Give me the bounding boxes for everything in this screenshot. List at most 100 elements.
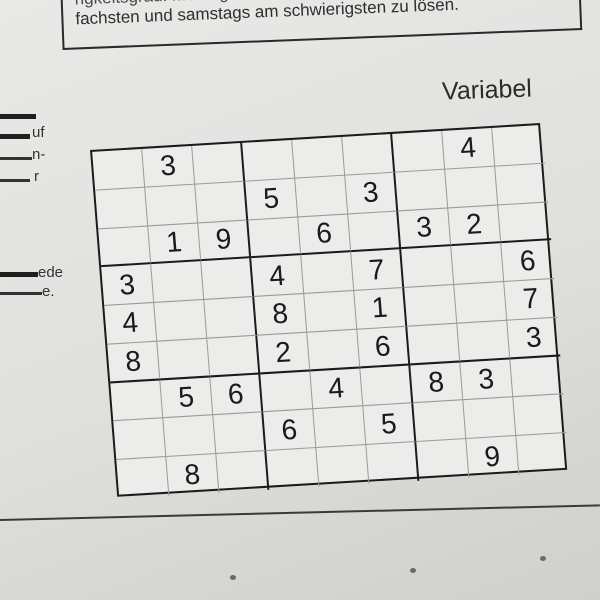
- sudoku-cell: [116, 457, 170, 499]
- sudoku-cell: [348, 210, 402, 253]
- sudoku-cell: 5: [245, 178, 299, 220]
- sudoku-cell: 5: [160, 377, 214, 419]
- sudoku-cell: [113, 418, 167, 461]
- sudoku-cell: [342, 133, 396, 176]
- sudoku-cell: [413, 400, 467, 443]
- sudoku-cell: [242, 139, 296, 182]
- fragment-text: n-: [32, 146, 46, 163]
- sudoku-cell: 1: [148, 222, 202, 265]
- sudoku-cell: 4: [442, 127, 496, 170]
- text-bar: [0, 272, 38, 277]
- sudoku-cell: [192, 142, 246, 185]
- sudoku-cell: [154, 300, 208, 342]
- sudoku-cell: [98, 225, 152, 268]
- sudoku-grid: 345319632347648178263564836589: [90, 123, 569, 499]
- fragment-text: uf: [32, 124, 45, 141]
- sudoku-cell: [201, 258, 255, 301]
- paper-speck: [410, 568, 416, 573]
- instructions-box: rigkeitsgrad. Montag fachsten und samsta…: [60, 0, 583, 50]
- sudoku-cell: 2: [257, 332, 311, 375]
- sudoku-cell: [157, 338, 211, 381]
- page-divider: [0, 504, 600, 521]
- sudoku-cell: [204, 297, 258, 339]
- sudoku-cell: 8: [166, 454, 220, 496]
- sudoku-cell: 6: [298, 213, 352, 256]
- sudoku-cell: 7: [351, 249, 405, 292]
- sudoku-cell: [301, 252, 355, 295]
- sudoku-cell: [216, 451, 270, 493]
- fragment-text: ede: [38, 264, 64, 281]
- sudoku-cell: 3: [460, 359, 514, 401]
- sudoku-cell: 6: [263, 409, 317, 452]
- sudoku-cell: 8: [410, 362, 464, 404]
- sudoku-cell: [445, 166, 499, 208]
- sudoku-cell: [495, 163, 549, 205]
- sudoku-cell: [513, 394, 567, 437]
- left-column-fragment: uf n- r ede e.: [0, 0, 70, 320]
- sudoku-cell: [366, 442, 420, 484]
- paper-speck: [230, 575, 236, 580]
- sudoku-cell: [401, 246, 455, 289]
- text-bar: [0, 134, 30, 139]
- sudoku-cell: [454, 282, 508, 324]
- sudoku-cell: [163, 415, 217, 458]
- text-bar: [0, 292, 42, 295]
- sudoku-cell: 4: [104, 303, 158, 345]
- sudoku-cell: [145, 184, 199, 226]
- sudoku-cell: 3: [101, 264, 155, 307]
- sudoku-cell: 6: [210, 374, 264, 416]
- sudoku-cell: [266, 448, 320, 490]
- sudoku-cell: 1: [354, 288, 408, 330]
- sudoku-cell: [457, 320, 511, 363]
- sudoku-cell: 6: [357, 326, 411, 369]
- sudoku-puzzle: 345319632347648178263564836589: [90, 123, 569, 499]
- sudoku-cell: 9: [198, 219, 252, 262]
- sudoku-cell: [451, 243, 505, 286]
- sudoku-cell: [92, 148, 146, 191]
- sudoku-cell: [360, 365, 414, 407]
- sudoku-cell: 8: [254, 294, 308, 336]
- sudoku-cell: [151, 261, 205, 304]
- sudoku-cell: 3: [345, 172, 399, 214]
- sudoku-cell: [195, 181, 249, 223]
- sudoku-cell: 8: [107, 341, 161, 384]
- sudoku-cell: [316, 445, 370, 487]
- sudoku-cell: 9: [466, 436, 520, 478]
- sudoku-cell: [407, 323, 461, 366]
- sudoku-cell: 3: [398, 207, 452, 250]
- sudoku-cell: [207, 335, 261, 378]
- sudoku-cell: [295, 175, 349, 217]
- sudoku-cell: 3: [142, 145, 196, 188]
- text-bar: [0, 179, 30, 182]
- sudoku-cell: [516, 433, 569, 475]
- sudoku-cell: [213, 412, 267, 455]
- sudoku-cell: [498, 201, 552, 244]
- fragment-text: r: [34, 168, 39, 185]
- text-bar: [0, 114, 36, 119]
- sudoku-cell: 4: [251, 255, 305, 298]
- sudoku-cell: [307, 329, 361, 372]
- sudoku-cell: [510, 356, 564, 398]
- sudoku-cell: [292, 136, 346, 179]
- text-bar: [0, 157, 32, 160]
- sudoku-cell: 2: [448, 204, 502, 247]
- sudoku-cell: [95, 187, 149, 229]
- fragment-text: e.: [42, 283, 55, 300]
- sudoku-cell: [404, 285, 458, 327]
- sudoku-cell: [416, 439, 470, 481]
- sudoku-cell: [392, 130, 446, 173]
- sudoku-cell: [492, 124, 546, 167]
- sudoku-cell: [260, 371, 314, 413]
- sudoku-cell: [110, 380, 164, 422]
- difficulty-label: Variabel: [441, 74, 533, 106]
- sudoku-cell: 6: [501, 240, 555, 283]
- sudoku-cell: [248, 216, 302, 259]
- sudoku-cell: 4: [310, 368, 364, 410]
- sudoku-cell: [463, 397, 517, 440]
- sudoku-cell: [395, 169, 449, 211]
- sudoku-cell: 3: [507, 317, 561, 360]
- paper-speck: [540, 556, 546, 561]
- sudoku-cell: [313, 406, 367, 449]
- sudoku-cell: [304, 291, 358, 333]
- sudoku-cell: 7: [504, 279, 558, 321]
